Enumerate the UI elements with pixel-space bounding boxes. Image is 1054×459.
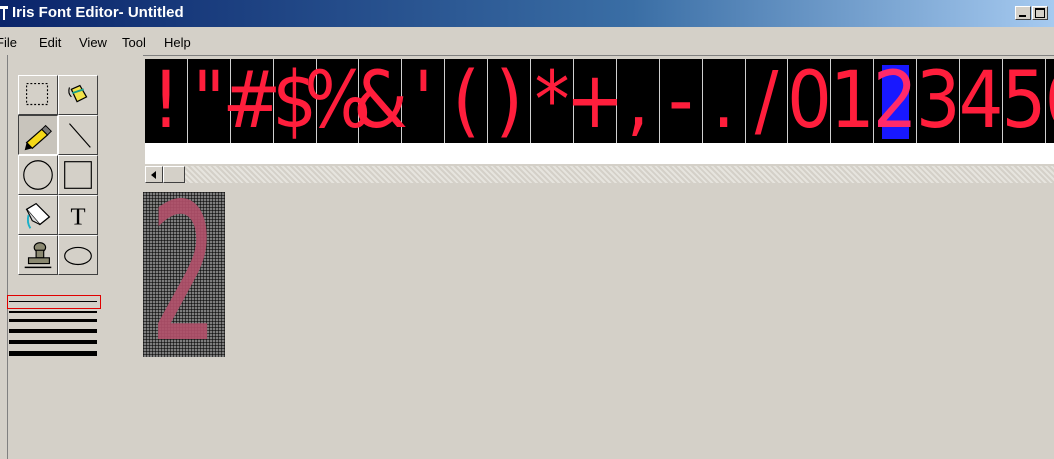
- glyph-cell[interactable]: ': [402, 59, 446, 143]
- window-title: Iris Font Editor- Untitled: [12, 4, 184, 21]
- tool-panel: T: [0, 55, 143, 459]
- pencil-tool[interactable]: [18, 115, 58, 155]
- line-width-option[interactable]: [9, 301, 97, 302]
- glyph-cell[interactable]: 2: [873, 59, 918, 143]
- stamp-icon: [24, 242, 52, 269]
- line-icon: [69, 123, 91, 148]
- line-tool[interactable]: [58, 115, 98, 155]
- glyph-cell[interactable]: &: [353, 59, 408, 143]
- glyph-cell[interactable]: 3: [916, 59, 960, 143]
- circle-icon: [23, 160, 53, 190]
- current-glyph: 2: [150, 192, 218, 357]
- scroll-left-button[interactable]: [145, 166, 163, 183]
- glyph-cell[interactable]: ,: [617, 59, 660, 143]
- glyph-cell[interactable]: 6: [1045, 59, 1054, 143]
- text-tool[interactable]: T: [58, 195, 98, 235]
- maximize-button[interactable]: [1032, 6, 1048, 20]
- menu-help[interactable]: Help: [164, 35, 191, 50]
- glyph-cell[interactable]: (: [445, 59, 489, 143]
- menu-edit[interactable]: Edit: [39, 35, 61, 50]
- eraser-tool[interactable]: [18, 195, 58, 235]
- glyph-cell[interactable]: ): [488, 59, 532, 143]
- line-width-option[interactable]: [9, 351, 97, 356]
- glyph-cell[interactable]: #: [222, 59, 281, 143]
- menu-file[interactable]: File: [0, 35, 17, 50]
- ellipse-icon: [64, 246, 92, 266]
- svg-text:T: T: [70, 204, 85, 231]
- selected-line-width-frame: [7, 295, 101, 309]
- glyph-cell[interactable]: !: [145, 59, 188, 143]
- glyph-pixel-grid[interactable]: 2: [143, 192, 225, 357]
- pencil-icon: [24, 124, 52, 151]
- line-width-option[interactable]: [9, 319, 97, 322]
- eraser-icon: [25, 202, 51, 229]
- rectangle-tool[interactable]: [58, 155, 98, 195]
- fill-tool[interactable]: [58, 75, 98, 115]
- strip-spacer: [145, 143, 1054, 164]
- line-width-option[interactable]: [9, 329, 97, 333]
- dashed-rect-icon: [26, 83, 49, 106]
- glyph-cell[interactable]: -: [660, 59, 703, 143]
- character-strip: !"#$%&'()*+,-./0123456: [143, 55, 1054, 192]
- circle-tool[interactable]: [18, 155, 58, 195]
- menu-view[interactable]: View: [79, 35, 107, 50]
- scroll-thumb[interactable]: [163, 166, 185, 183]
- glyph-cell[interactable]: +: [566, 59, 624, 143]
- minimize-button[interactable]: [1015, 6, 1031, 20]
- rect-select-tool[interactable]: [18, 75, 58, 115]
- paint-bucket-icon: [68, 84, 88, 103]
- text-icon: T: [70, 204, 85, 231]
- glyph-cell[interactable]: 5: [1002, 59, 1046, 143]
- glyph-cell[interactable]: 0: [787, 59, 832, 143]
- glyph-cell[interactable]: 4: [959, 59, 1003, 143]
- horizontal-scrollbar[interactable]: [145, 166, 1054, 183]
- glyph-band: !"#$%&'()*+,-./0123456: [145, 59, 1054, 143]
- glyph-cell[interactable]: /: [746, 59, 789, 143]
- glyph-cell[interactable]: 1: [830, 59, 875, 143]
- ellipse-tool[interactable]: [58, 235, 98, 275]
- menu-bar: File Edit View Tool Help: [0, 27, 1054, 55]
- glyph-edit-area: 2: [143, 192, 1054, 459]
- stamp-tool[interactable]: [18, 235, 58, 275]
- menu-tool[interactable]: Tool: [122, 35, 146, 50]
- line-width-option[interactable]: [9, 340, 97, 344]
- panel-divider: [7, 55, 8, 459]
- app-icon[interactable]: [0, 6, 8, 20]
- title-bar: Iris Font Editor- Untitled: [0, 0, 1054, 27]
- rectangle-icon: [64, 161, 92, 189]
- line-width-option[interactable]: [9, 311, 97, 313]
- glyph-cell[interactable]: .: [703, 59, 746, 143]
